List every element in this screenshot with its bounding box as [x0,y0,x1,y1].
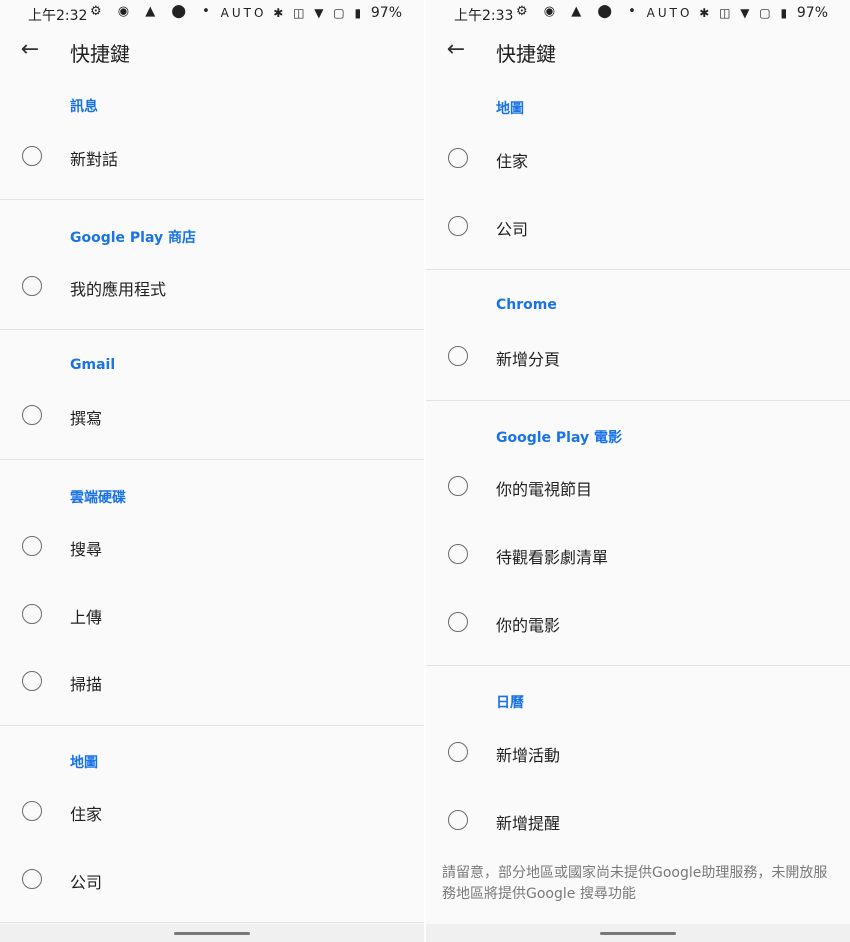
radio-button[interactable] [22,671,42,691]
option-label: 搜尋 [70,540,103,559]
divider [0,329,424,330]
system-icons: AUTO ✱ ◫ ▼ ▢ ▮ 97% [221,5,402,21]
system-icons: AUTO ✱ ◫ ▼ ▢ ▮ 97% [647,5,828,21]
shortcut-option-compose[interactable]: 撰寫 [0,381,424,449]
section-header-calendar: 日曆 [496,695,524,711]
shortcut-option-home[interactable]: 住家 [0,777,424,845]
option-label: 公司 [496,220,529,239]
divider [426,269,850,270]
shortcut-option-search[interactable]: 搜尋 [0,512,424,580]
radio-button[interactable] [448,742,468,762]
shortcut-option-upload[interactable]: 上傳 [0,580,424,648]
shortcut-option-work[interactable]: 公司 [0,845,424,913]
status-time: 上午2:32 [28,8,88,24]
shortcut-option-my-apps[interactable]: 我的應用程式 [0,252,424,320]
section-header-maps: 地圖 [496,101,524,117]
radio-button[interactable] [22,604,42,624]
radio-button[interactable] [22,146,42,166]
radio-button[interactable] [448,148,468,168]
shortcut-option-new-conversation[interactable]: 新對話 [0,122,424,190]
section-header-gmail: Gmail [70,357,116,373]
system-status-icons: AUTO ✱ ◫ ▼ ▢ ▮ [220,6,365,20]
gesture-nav-bar [426,924,850,942]
home-gesture-handle[interactable] [600,932,676,935]
radio-button[interactable] [22,405,42,425]
radio-button[interactable] [22,869,42,889]
option-label: 住家 [496,152,529,171]
notification-icons: ⚙ ◉ ▲ ⬤ • [90,4,216,19]
option-label: 新增活動 [496,746,561,765]
shortcut-option-new-event[interactable]: 新增活動 [426,718,850,786]
shortcut-option-scan[interactable]: 掃描 [0,647,424,715]
divider [0,725,424,726]
shortcut-option-your-tv-shows[interactable]: 你的電視節目 [426,452,850,520]
notification-icons: ⚙ ◉ ▲ ⬤ • [516,4,642,19]
radio-button[interactable] [448,216,468,236]
radio-button[interactable] [22,801,42,821]
option-label: 住家 [70,805,103,824]
section-header-drive: 雲端硬碟 [70,490,126,506]
left-screen: 上午2:32 ⚙ ◉ ▲ ⬤ • AUTO ✱ ◫ ▼ ▢ ▮ 97% ← 快捷… [0,0,424,942]
radio-button[interactable] [22,276,42,296]
service-notice: 請留意，部分地區或國家尚未提供Google助理服務，未開放服務地區將提供Goog… [442,865,828,902]
option-label: 撰寫 [70,409,103,428]
shortcut-option-watchlist[interactable]: 待觀看影劇清單 [426,520,850,588]
gesture-nav-bar [0,924,424,942]
section-header-play-store: Google Play 商店 [70,230,196,246]
option-label: 上傳 [70,608,103,627]
page-title: 快捷鍵 [496,42,556,66]
radio-button[interactable] [22,536,42,556]
option-label: 公司 [70,873,103,892]
battery-percent: 97% [796,5,828,21]
section-header-maps: 地圖 [70,755,98,771]
divider [0,459,424,460]
radio-button[interactable] [448,612,468,632]
status-bar: 上午2:32 ⚙ ◉ ▲ ⬤ • AUTO ✱ ◫ ▼ ▢ ▮ 97% [0,0,424,26]
shortcut-option-new-reminder[interactable]: 新增提醒 [426,786,850,854]
shortcut-option-new-tab[interactable]: 新增分頁 [426,322,850,390]
system-status-icons: AUTO ✱ ◫ ▼ ▢ ▮ [646,6,791,20]
option-label: 待觀看影劇清單 [496,548,609,567]
divider [0,199,424,200]
divider [426,665,850,666]
app-bar: ← 快捷鍵 [0,26,424,78]
divider [426,400,850,401]
back-arrow-icon[interactable]: ← [444,38,468,62]
right-screen: 上午2:33 ⚙ ◉ ▲ ⬤ • AUTO ✱ ◫ ▼ ▢ ▮ 97% ← 快捷… [426,0,850,942]
radio-button[interactable] [448,346,468,366]
option-label: 你的電視節目 [496,480,593,499]
status-bar: 上午2:33 ⚙ ◉ ▲ ⬤ • AUTO ✱ ◫ ▼ ▢ ▮ 97% [426,0,850,26]
option-label: 新增提醒 [496,814,561,833]
option-label: 我的應用程式 [70,280,167,299]
option-label: 你的電影 [496,616,561,635]
section-header-chrome: Chrome [496,297,557,313]
option-label: 掃描 [70,675,103,694]
shortcut-option-home[interactable]: 住家 [426,124,850,192]
option-label: 新對話 [70,150,119,169]
status-time: 上午2:33 [454,8,514,24]
option-label: 新增分頁 [496,350,561,369]
shortcut-option-work[interactable]: 公司 [426,192,850,260]
divider [0,922,424,923]
shortcut-option-your-movies[interactable]: 你的電影 [426,588,850,656]
battery-percent: 97% [370,5,402,21]
section-header-messages: 訊息 [70,99,98,115]
radio-button[interactable] [448,810,468,830]
section-header-play-movies: Google Play 電影 [496,430,622,446]
radio-button[interactable] [448,476,468,496]
home-gesture-handle[interactable] [174,932,250,935]
page-title: 快捷鍵 [70,42,130,66]
app-bar: ← 快捷鍵 [426,26,850,78]
radio-button[interactable] [448,544,468,564]
back-arrow-icon[interactable]: ← [18,38,42,62]
